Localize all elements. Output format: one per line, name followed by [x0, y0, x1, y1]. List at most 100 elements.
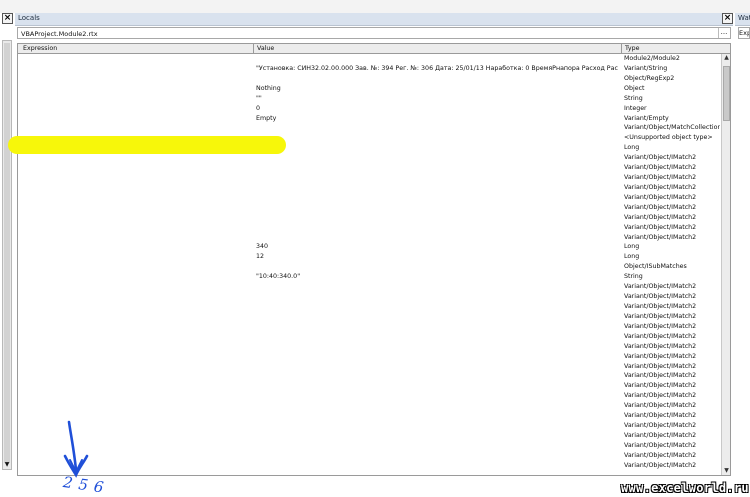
type-cell: Variant/String: [624, 64, 668, 72]
locals-row[interactable]: +Item 25Variant/Object/IMatch2: [18, 431, 720, 441]
value-cell[interactable]: 22016: [256, 143, 618, 153]
type-cell: Object/ISubMatches: [624, 263, 687, 271]
column-divider[interactable]: [253, 44, 254, 53]
type-cell: Integer: [624, 104, 647, 112]
locals-row[interactable]: −Item 9Variant/Object/IMatch2: [18, 233, 720, 243]
locals-row[interactable]: +Item 4Variant/Object/IMatch2: [18, 183, 720, 193]
value-cell[interactable]: Empty: [256, 114, 618, 124]
type-cell: String: [624, 273, 643, 281]
scroll-up-arrow-icon[interactable]: ▲: [722, 54, 730, 62]
call-stack-button[interactable]: ...: [718, 28, 729, 38]
watch-close-icon[interactable]: ×: [722, 13, 733, 24]
locals-row[interactable]: +reObject/RegExp2: [18, 74, 720, 84]
locals-row[interactable]: +Item 27Variant/Object/IMatch2: [18, 451, 720, 461]
type-cell: Variant/Object/IMatch2: [624, 293, 697, 301]
value-cell[interactable]: "": [256, 94, 618, 104]
type-cell: Variant/Object/IMatch2: [624, 332, 697, 340]
locals-row[interactable]: +Item 26Variant/Object/IMatch2: [18, 441, 720, 451]
type-cell: String: [624, 94, 643, 102]
locals-row[interactable]: +Item 16Variant/Object/IMatch2: [18, 342, 720, 352]
handwritten-number: 256: [61, 473, 111, 497]
header-type[interactable]: Type: [625, 45, 639, 52]
scrollbar-thumb[interactable]: [723, 66, 730, 121]
type-cell: Variant/Object/IMatch2: [624, 164, 697, 172]
type-cell: Variant/Object/IMatch2: [624, 422, 697, 430]
locals-row[interactable]: i0Integer: [18, 104, 720, 114]
close-icon[interactable]: ×: [2, 13, 13, 24]
type-cell: Variant/Object/IMatch2: [624, 382, 697, 390]
highlight-marker: [8, 136, 286, 154]
locals-row[interactable]: +Item 14Variant/Object/IMatch2: [18, 322, 720, 332]
locals-row[interactable]: Length12Long: [18, 252, 720, 262]
type-cell: Variant/Object/MatchCollection2: [624, 124, 720, 132]
window-title: Locals: [18, 14, 40, 22]
locals-row[interactable]: +Item 13Variant/Object/IMatch2: [18, 312, 720, 322]
locals-row[interactable]: +Item 20Variant/Object/IMatch2: [18, 381, 720, 391]
column-divider[interactable]: [621, 44, 622, 53]
left-scrollbar-thumb[interactable]: [4, 43, 10, 463]
locals-row[interactable]: +Item 19Variant/Object/IMatch2: [18, 371, 720, 381]
locals-row[interactable]: s""String: [18, 94, 720, 104]
value-cell[interactable]: Nothing: [256, 84, 618, 94]
type-cell: Variant/Object/IMatch2: [624, 174, 697, 182]
type-cell: Module2/Module2: [624, 55, 680, 62]
type-cell: Long: [624, 253, 640, 261]
type-cell: Variant/Object/IMatch2: [624, 303, 697, 310]
locals-row[interactable]: FirstIndex340Long: [18, 242, 720, 252]
locals-row[interactable]: +Item 1Variant/Object/IMatch2: [18, 153, 720, 163]
locals-row[interactable]: +Item 6Variant/Object/IMatch2: [18, 203, 720, 213]
locals-row[interactable]: +Item 10Variant/Object/IMatch2: [18, 282, 720, 292]
header-expression[interactable]: Expression: [23, 45, 57, 52]
type-cell: Variant/Object/IMatch2: [624, 402, 697, 410]
watch-expression-field[interactable]: Exp: [738, 27, 750, 39]
watch-title-bar[interactable]: Wat: [735, 13, 750, 26]
locals-row[interactable]: +Item 8Variant/Object/IMatch2: [18, 223, 720, 233]
locals-row[interactable]: +Item 3Variant/Object/IMatch2: [18, 173, 720, 183]
scroll-down-arrow-icon[interactable]: ▼: [3, 461, 11, 469]
value-cell[interactable]: 340: [256, 242, 618, 252]
locals-row[interactable]: +Item 22Variant/Object/IMatch2: [18, 401, 720, 411]
locals-row[interactable]: +Item 15Variant/Object/IMatch2: [18, 332, 720, 342]
top-strip: [0, 0, 750, 13]
locals-row[interactable]: +Item 21Variant/Object/IMatch2: [18, 391, 720, 401]
vertical-scrollbar[interactable]: ▲ ▼: [721, 54, 730, 475]
locals-row[interactable]: +Item 17Variant/Object/IMatch2: [18, 352, 720, 362]
type-cell: Variant/Object/IMatch2: [624, 461, 697, 469]
type-cell: Variant/Object/IMatch2: [624, 372, 697, 380]
scroll-down-arrow-icon[interactable]: ▼: [722, 467, 730, 475]
locals-row[interactable]: +Item 11Variant/Object/IMatch2: [18, 292, 720, 302]
locals-row[interactable]: +SubMatchesObject/ISubMatches: [18, 262, 720, 272]
type-cell: Variant/Object/IMatch2: [624, 312, 697, 320]
value-cell[interactable]: 12: [256, 252, 618, 262]
locals-row[interactable]: Value"10:40:340.0"String: [18, 272, 720, 282]
value-cell[interactable]: "Установка: СИН32.02.00.000 Зав. №: 394 …: [256, 64, 618, 74]
locals-grid: Expression Value Type +Module2Module2/Mo…: [17, 43, 731, 476]
locals-row[interactable]: +Item 2Variant/Object/IMatch2: [18, 163, 720, 173]
locals-row[interactable]: z"Установка: СИН32.02.00.000 Зав. №: 394…: [18, 64, 720, 74]
locals-row[interactable]: +Item 7Variant/Object/IMatch2: [18, 213, 720, 223]
watermark: www.excelworld.ru: [621, 481, 749, 495]
left-scrollbar[interactable]: ▼: [2, 40, 12, 470]
value-cell[interactable]: 0: [256, 104, 618, 114]
watch-field-text: Exp: [739, 29, 750, 37]
locals-row[interactable]: −objMatchesVariant/Object/MatchCollectio…: [18, 123, 720, 133]
locals-title-bar[interactable]: Locals: [15, 13, 733, 26]
context-text: VBAProject.Module2.rtx: [21, 30, 98, 38]
locals-row[interactable]: +Item 23Variant/Object/IMatch2: [18, 411, 720, 421]
type-cell: Object: [624, 84, 645, 92]
locals-row[interactable]: +Item 28Variant/Object/IMatch2: [18, 461, 720, 471]
type-cell: Variant/Object/IMatch2: [624, 183, 697, 191]
type-cell: Variant/Object/IMatch2: [624, 154, 697, 162]
locals-row[interactable]: objMatches2EmptyVariant/Empty: [18, 114, 720, 124]
locals-row[interactable]: +Module2Module2/Module2: [18, 54, 720, 64]
header-value[interactable]: Value: [257, 45, 274, 52]
locals-row[interactable]: xNothingObject: [18, 84, 720, 94]
type-cell: Variant/Object/IMatch2: [624, 451, 697, 459]
type-cell: Object/RegExp2: [624, 74, 675, 82]
locals-row[interactable]: +Item 12Variant/Object/IMatch2: [18, 302, 720, 312]
locals-row[interactable]: +Item 5Variant/Object/IMatch2: [18, 193, 720, 203]
locals-row[interactable]: +Item 18Variant/Object/IMatch2: [18, 362, 720, 372]
locals-row[interactable]: +Item 24Variant/Object/IMatch2: [18, 421, 720, 431]
value-cell[interactable]: "10:40:340.0": [256, 272, 618, 282]
type-cell: Variant/Empty: [624, 114, 669, 122]
